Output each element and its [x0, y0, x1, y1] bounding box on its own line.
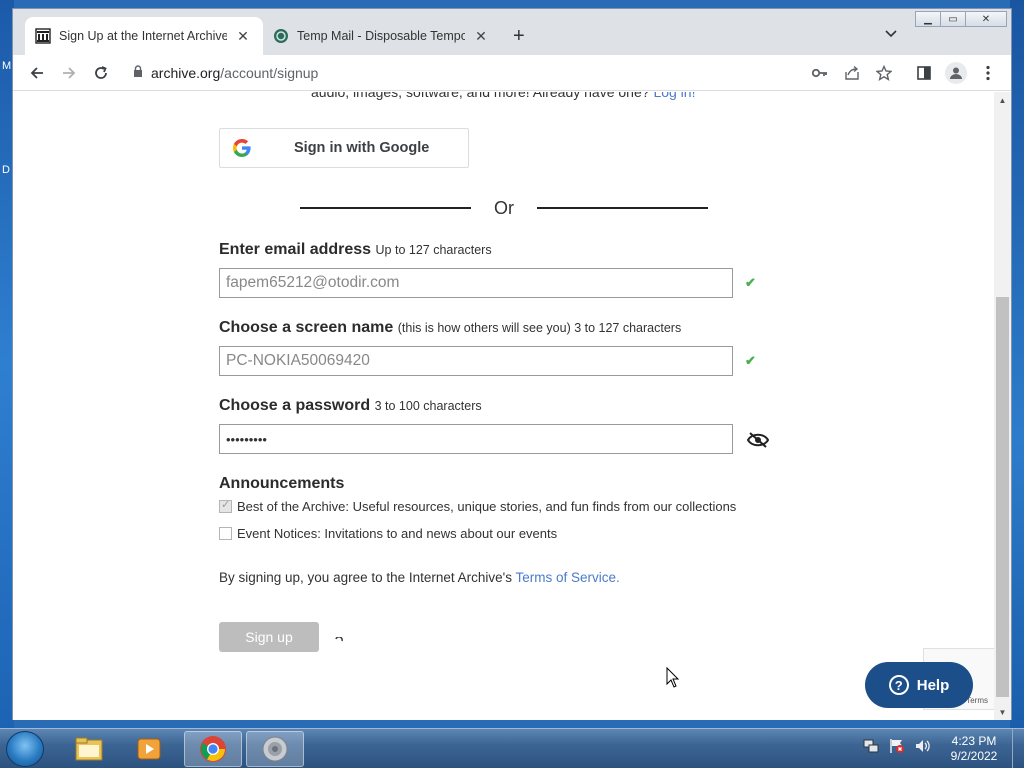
checkbox-label: Best of the Archive: Useful resources, u…: [237, 499, 737, 514]
show-desktop-button[interactable]: [1012, 729, 1024, 768]
announcements-heading: Announcements: [219, 475, 345, 492]
taskbar: 4:23 PM 9/2/2022: [0, 728, 1024, 768]
browser-window: Sign Up at the Internet Archive ✕ Temp M…: [12, 8, 1012, 720]
new-tab-button[interactable]: +: [513, 26, 525, 46]
action-center-flag-icon[interactable]: [888, 737, 906, 755]
start-button[interactable]: [6, 731, 44, 767]
scroll-thumb[interactable]: [996, 297, 1009, 697]
lock-icon: [133, 64, 143, 82]
close-icon[interactable]: ✕: [235, 28, 251, 45]
forward-arrow-icon[interactable]: [59, 63, 79, 83]
announcement-option: Best of the Archive: Useful resources, u…: [219, 498, 737, 514]
or-text: Or: [494, 198, 514, 218]
recaptcha-terms: Terms: [966, 696, 988, 705]
checkmark-icon: ✔: [745, 353, 756, 368]
mouse-cursor-icon: [666, 666, 680, 689]
archive-icon: [35, 28, 51, 44]
terms-notice: By signing up, you agree to the Internet…: [219, 570, 620, 585]
tab-temp-mail[interactable]: Temp Mail - Disposable Temporary ✕: [263, 17, 501, 55]
desktop-icon-label: M: [2, 60, 12, 72]
screen-name-label: Choose a screen name (this is how others…: [219, 319, 681, 337]
scroll-down-arrow-icon[interactable]: ▼: [994, 704, 1011, 720]
desktop-icon-label: D: [2, 164, 10, 176]
system-tray: [862, 737, 932, 755]
terms-text: By signing up, you agree to the Internet…: [219, 570, 513, 585]
screen-name-label-text: Choose a screen name: [219, 319, 394, 336]
close-window-icon[interactable]: ✕: [965, 11, 1007, 27]
desktop-right-strip: [1010, 0, 1024, 728]
maximize-icon[interactable]: ▭: [940, 11, 966, 27]
intro-text: audio, images, software, and more! Alrea…: [311, 92, 695, 100]
checkbox-label: Event Notices: Invitations to and news a…: [237, 526, 558, 541]
screen-name-hint: (this is how others will see you) 3 to 1…: [397, 321, 682, 335]
network-icon[interactable]: [862, 737, 880, 755]
email-label-text: Enter email address: [219, 241, 372, 258]
or-divider: Or: [300, 198, 708, 218]
password-label: Choose a password 3 to 100 characters: [219, 397, 482, 415]
page-content: audio, images, software, and more! Alrea…: [13, 92, 995, 720]
explorer-icon[interactable]: [60, 731, 118, 767]
tab-strip: Sign Up at the Internet Archive ✕ Temp M…: [13, 9, 1011, 55]
system-clock[interactable]: 4:23 PM 9/2/2022: [944, 734, 1004, 764]
checkmark-icon: ✔: [745, 275, 756, 290]
email-hint: Up to 127 characters: [375, 243, 492, 257]
sound-icon[interactable]: [246, 731, 304, 767]
back-arrow-icon[interactable]: [27, 63, 47, 83]
tab-title: Sign Up at the Internet Archive: [59, 29, 227, 43]
best-of-archive-checkbox[interactable]: [219, 498, 232, 513]
intro-copy: audio, images, software, and more! Alrea…: [311, 92, 650, 100]
question-icon: ?: [888, 675, 909, 695]
password-hint: 3 to 100 characters: [374, 399, 482, 413]
email-label: Enter email address Up to 127 characters: [219, 241, 492, 259]
help-button[interactable]: ? Help: [865, 662, 973, 708]
screen-name-field[interactable]: PC-NOKIA50069420: [219, 346, 733, 376]
clock-time: 4:23 PM: [951, 734, 997, 748]
clock-date: 9/2/2022: [950, 749, 998, 763]
scroll-up-arrow-icon[interactable]: ▲: [994, 92, 1011, 108]
star-icon[interactable]: [875, 64, 893, 82]
address-bar[interactable]: archive.org/account/signup: [125, 59, 835, 87]
window-controls: ▁ ▭ ✕: [915, 11, 1007, 29]
google-signin-label: Sign in with Google: [294, 140, 430, 156]
tab-signup[interactable]: Sign Up at the Internet Archive ✕: [25, 17, 263, 55]
help-label: Help: [916, 676, 950, 694]
menu-dots-icon[interactable]: [979, 64, 997, 82]
sign-up-button[interactable]: Sign up: [219, 622, 319, 652]
url-path: /account/signup: [220, 65, 319, 81]
reload-icon[interactable]: [91, 63, 111, 83]
media-player-icon[interactable]: [120, 731, 178, 767]
volume-icon[interactable]: [914, 737, 932, 755]
password-field[interactable]: •••••••••: [219, 424, 733, 454]
login-link[interactable]: Log in!: [653, 92, 695, 100]
divider-line: [300, 207, 471, 209]
minimize-icon[interactable]: ▁: [915, 11, 941, 27]
share-icon[interactable]: [843, 64, 861, 82]
tab-title: Temp Mail - Disposable Temporary: [297, 29, 465, 43]
event-notices-checkbox[interactable]: [219, 527, 232, 540]
email-field[interactable]: fapem65212@otodir.com: [219, 268, 733, 298]
google-signin-button[interactable]: Sign in with Google: [219, 128, 469, 168]
chevron-down-icon[interactable]: [885, 27, 897, 41]
eye-slash-icon[interactable]: [746, 431, 770, 449]
announcement-option: Event Notices: Invitations to and news a…: [219, 526, 557, 541]
chrome-icon[interactable]: [184, 731, 242, 767]
key-icon[interactable]: [811, 64, 829, 82]
browser-toolbar: archive.org/account/signup: [13, 55, 1011, 91]
tempmail-icon: [273, 28, 289, 44]
sidepanel-icon[interactable]: [915, 64, 933, 82]
close-icon[interactable]: ✕: [473, 28, 489, 45]
google-logo-icon: [232, 138, 252, 158]
url-host: archive.org: [151, 65, 221, 81]
loading-spinner-icon: [335, 632, 343, 642]
divider-line: [537, 207, 708, 209]
profile-avatar-icon[interactable]: [945, 62, 967, 84]
password-label-text: Choose a password: [219, 397, 371, 414]
vertical-scrollbar[interactable]: ▲ ▼: [994, 92, 1011, 720]
terms-of-service-link[interactable]: Terms of Service.: [516, 570, 620, 585]
